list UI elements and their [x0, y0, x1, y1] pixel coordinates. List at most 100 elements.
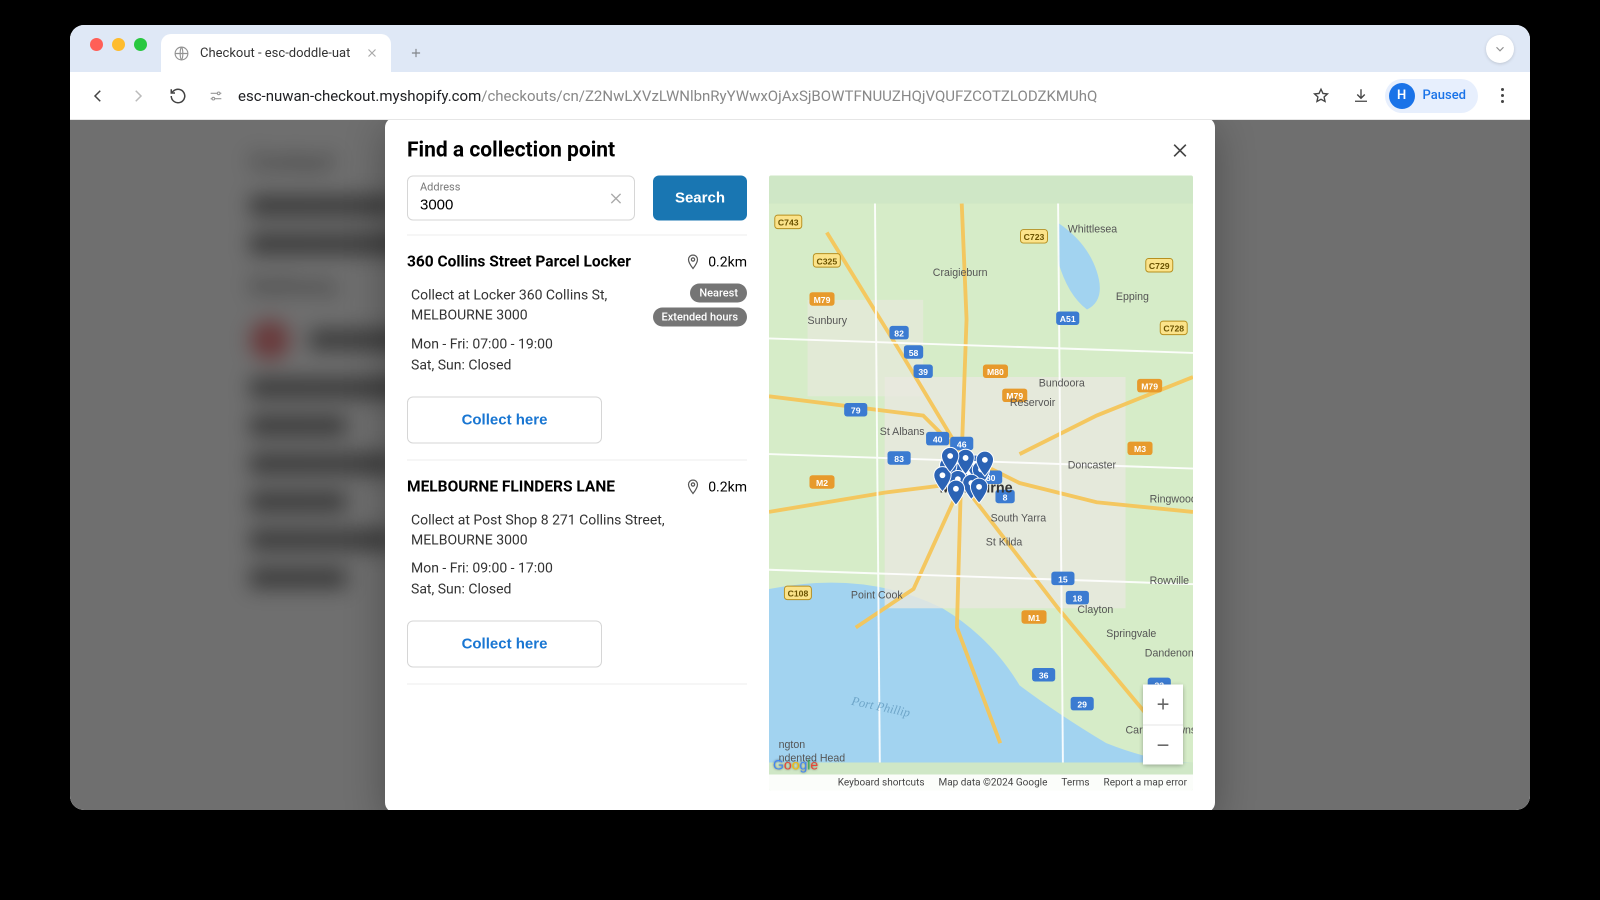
url-path: /checkouts/cn/Z2NwLXVzLWNlbnRyYWwxOjAxSj…	[481, 87, 1097, 105]
minimize-window-button[interactable]	[112, 38, 125, 51]
svg-text:39: 39	[918, 367, 928, 377]
map[interactable]: C743 C325 C723 C729 C728 C108 82 58 39 A…	[769, 176, 1193, 791]
svg-text:South Yarra: South Yarra	[991, 513, 1047, 525]
map-canvas: C743 C325 C723 C729 C728 C108 82 58 39 A…	[769, 176, 1193, 791]
reload-icon	[169, 87, 187, 105]
site-info-button[interactable]	[202, 82, 230, 110]
collect-here-button[interactable]: Collect here	[407, 396, 602, 443]
avatar: H	[1389, 83, 1415, 109]
arrow-left-icon	[89, 87, 107, 105]
collect-here-button[interactable]: Collect here	[407, 621, 602, 668]
tab-title: Checkout - esc-doddle-uat	[200, 46, 350, 61]
map-data-label: Map data ©2024 Google	[939, 777, 1048, 788]
svg-text:M79: M79	[1141, 382, 1158, 392]
tabs-dropdown-button[interactable]	[1486, 35, 1514, 63]
svg-text:58: 58	[909, 348, 919, 358]
pin-icon	[684, 252, 702, 274]
svg-text:M79: M79	[814, 295, 831, 305]
svg-text:Dandenong: Dandenong	[1145, 647, 1193, 659]
star-icon	[1312, 87, 1330, 105]
result-item: 360 Collins Street Parcel Locker 0.2km N…	[407, 236, 747, 461]
svg-text:C325: C325	[816, 256, 837, 266]
profile-button[interactable]: H Paused	[1385, 79, 1478, 113]
maximize-window-button[interactable]	[134, 38, 147, 51]
google-logo: Google	[773, 757, 818, 773]
svg-text:79: 79	[851, 406, 861, 416]
svg-text:Sunbury: Sunbury	[808, 315, 848, 327]
results-panel: Address Search 360 Collins Street Parcel…	[407, 176, 747, 791]
browser-window: Checkout - esc-doddle-uat esc-nuwan-chec…	[70, 25, 1530, 810]
svg-text:C723: C723	[1024, 232, 1045, 242]
window-controls	[90, 38, 147, 51]
downloads-button[interactable]	[1345, 80, 1377, 112]
browser-menu-button[interactable]	[1486, 88, 1518, 103]
browser-tab[interactable]: Checkout - esc-doddle-uat	[161, 34, 391, 72]
url-host: esc-nuwan-checkout.myshopify.com	[238, 87, 481, 105]
url-display[interactable]: esc-nuwan-checkout.myshopify.com/checkou…	[238, 87, 1297, 105]
svg-text:ngton: ngton	[779, 739, 806, 751]
address-bar: esc-nuwan-checkout.myshopify.com/checkou…	[70, 72, 1530, 120]
globe-icon	[173, 45, 190, 62]
chevron-down-icon	[1493, 42, 1507, 56]
search-button[interactable]: Search	[653, 176, 747, 221]
forward-button[interactable]	[122, 80, 154, 112]
reload-button[interactable]	[162, 80, 194, 112]
plus-icon	[409, 46, 423, 60]
close-tab-icon[interactable]	[365, 46, 379, 60]
zoom-in-button[interactable]: +	[1143, 685, 1183, 725]
back-button[interactable]	[82, 80, 114, 112]
badges: Nearest Extended hours	[653, 284, 747, 327]
svg-text:Rowville: Rowville	[1150, 575, 1190, 587]
result-distance: 0.2km	[684, 476, 747, 498]
svg-text:Reservoir: Reservoir	[1010, 397, 1056, 409]
modal-header: Find a collection point	[385, 120, 1215, 176]
svg-text:40: 40	[933, 435, 943, 445]
svg-text:83: 83	[894, 454, 904, 464]
download-icon	[1352, 87, 1370, 105]
address-input-wrapper[interactable]: Address	[407, 176, 635, 221]
svg-text:St Albans: St Albans	[880, 426, 925, 438]
svg-text:C729: C729	[1149, 261, 1170, 271]
clear-input-icon[interactable]	[608, 189, 624, 207]
modal-close-button[interactable]	[1167, 138, 1193, 164]
svg-text:36: 36	[1039, 671, 1049, 681]
svg-text:Whittlesea: Whittlesea	[1068, 223, 1118, 235]
result-hours: Mon - Fri: 09:00 - 17:00Sat, Sun: Closed	[407, 559, 747, 601]
result-item: MELBOURNE FLINDERS LANE 0.2km Collect at…	[407, 460, 747, 685]
svg-text:M3: M3	[1134, 444, 1146, 454]
svg-text:Craigieburn: Craigieburn	[933, 267, 988, 279]
new-tab-button[interactable]	[401, 38, 431, 68]
report-error-link[interactable]: Report a map error	[1104, 777, 1187, 788]
result-distance: 0.2km	[684, 252, 747, 274]
close-window-button[interactable]	[90, 38, 103, 51]
arrow-right-icon	[129, 87, 147, 105]
svg-text:A51: A51	[1060, 314, 1076, 324]
svg-text:Ringwood: Ringwood	[1150, 493, 1193, 505]
svg-text:Epping: Epping	[1116, 291, 1149, 303]
result-name: 360 Collins Street Parcel Locker	[407, 252, 674, 272]
svg-text:C108: C108	[788, 589, 809, 599]
badge: Nearest	[690, 284, 747, 303]
svg-text:Springvale: Springvale	[1106, 628, 1156, 640]
modal-title: Find a collection point	[407, 139, 615, 163]
map-zoom-controls: + −	[1143, 685, 1183, 765]
badge: Extended hours	[653, 308, 747, 327]
svg-text:M80: M80	[987, 367, 1004, 377]
result-address: Collect at Post Shop 8 271 Collins Stree…	[407, 510, 747, 551]
svg-text:18: 18	[1073, 594, 1083, 604]
svg-text:Clayton: Clayton	[1077, 604, 1113, 616]
bookmark-button[interactable]	[1305, 80, 1337, 112]
result-name: MELBOURNE FLINDERS LANE	[407, 476, 674, 496]
page-viewport: Contact ████████████ ███████████████████…	[70, 120, 1530, 810]
keyboard-shortcuts-link[interactable]: Keyboard shortcuts	[838, 777, 925, 788]
svg-text:82: 82	[894, 329, 904, 339]
svg-text:C743: C743	[778, 218, 799, 228]
terms-link[interactable]: Terms	[1061, 777, 1089, 788]
pin-icon	[684, 476, 702, 498]
profile-status: Paused	[1423, 88, 1466, 103]
svg-text:29: 29	[1077, 700, 1087, 710]
map-attribution: Keyboard shortcuts Map data ©2024 Google…	[769, 775, 1193, 791]
zoom-out-button[interactable]: −	[1143, 725, 1183, 765]
svg-text:M2: M2	[816, 478, 828, 488]
result-hours: Mon - Fri: 07:00 - 19:00Sat, Sun: Closed	[407, 334, 747, 376]
